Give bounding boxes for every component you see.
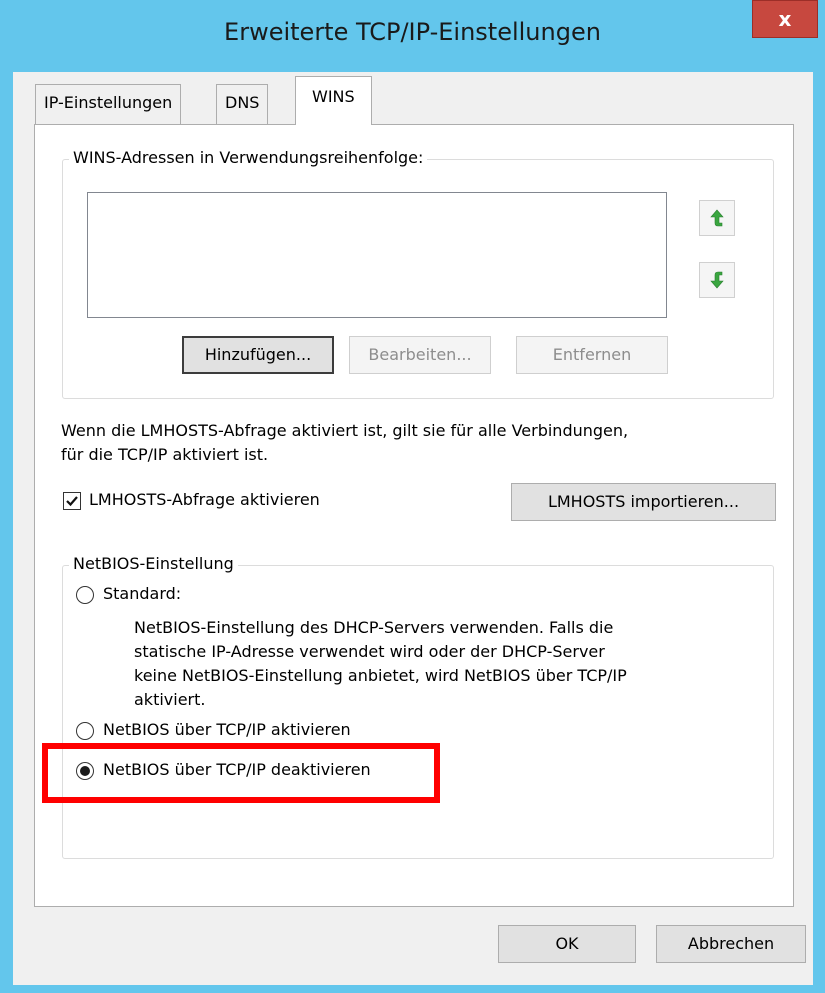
radio-netbios-disable-label[interactable]: NetBIOS über TCP/IP deaktivieren: [103, 760, 371, 779]
lmhosts-import-button[interactable]: LMHOSTS importieren...: [511, 483, 776, 521]
close-icon: x: [778, 7, 792, 31]
checkmark-icon: [66, 496, 78, 507]
window-title: Erweiterte TCP/IP-Einstellungen: [224, 18, 601, 46]
arrow-up-icon: [710, 209, 724, 227]
lmhosts-description-2: für die TCP/IP aktiviert ist.: [61, 445, 269, 464]
close-button[interactable]: x: [752, 0, 818, 38]
lmhosts-checkbox-label[interactable]: LMHOSTS-Abfrage aktivieren: [89, 490, 320, 509]
radio-netbios-enable[interactable]: [76, 722, 94, 740]
add-button[interactable]: Hinzufügen...: [182, 336, 334, 374]
ok-button[interactable]: OK: [498, 925, 636, 963]
dialog-window: Erweiterte TCP/IP-Einstellungen x IP-Ein…: [0, 0, 825, 993]
lmhosts-description: Wenn die LMHOSTS-Abfrage aktiviert ist, …: [61, 421, 629, 440]
radio-netbios-enable-label[interactable]: NetBIOS über TCP/IP aktivieren: [103, 720, 351, 739]
tab-dns[interactable]: DNS: [216, 84, 269, 124]
standard-description-line-4: aktiviert.: [134, 690, 206, 709]
lmhosts-checkbox[interactable]: [63, 492, 81, 510]
netbios-settings-label: NetBIOS-Einstellung: [69, 554, 238, 573]
edit-button[interactable]: Bearbeiten...: [349, 336, 491, 374]
cancel-button[interactable]: Abbrechen: [656, 925, 806, 963]
standard-description-line-1: NetBIOS-Einstellung des DHCP-Servers ver…: [134, 618, 614, 637]
wins-addresses-label: WINS-Adressen in Verwendungsreihenfolge:: [69, 148, 428, 167]
title-bar[interactable]: Erweiterte TCP/IP-Einstellungen x: [0, 0, 825, 72]
wins-address-list[interactable]: [87, 192, 667, 318]
netbios-settings-group: NetBIOS-Einstellung Standard: NetBIOS-Ei…: [62, 554, 774, 859]
tab-wins[interactable]: WINS: [295, 76, 372, 125]
wins-tab-panel: WINS-Adressen in Verwendungsreihenfolge:…: [34, 124, 794, 907]
standard-description-line-3: keine NetBIOS-Einstellung anbietet, wird…: [134, 666, 627, 685]
wins-addresses-group: WINS-Adressen in Verwendungsreihenfolge:…: [62, 148, 774, 399]
move-down-button[interactable]: [699, 262, 735, 298]
dialog-client-area: IP-Einstellungen DNS WINS WINS-Adressen …: [13, 72, 813, 985]
tab-ip-einstellungen[interactable]: IP-Einstellungen: [35, 84, 182, 124]
standard-description-line-2: statische IP-Adresse verwendet wird oder…: [134, 642, 605, 661]
radio-standard[interactable]: [76, 586, 94, 604]
radio-standard-label[interactable]: Standard:: [103, 584, 181, 603]
radio-netbios-disable[interactable]: [76, 762, 94, 780]
move-up-button[interactable]: [699, 200, 735, 236]
remove-button[interactable]: Entfernen: [516, 336, 668, 374]
arrow-down-icon: [710, 271, 724, 289]
